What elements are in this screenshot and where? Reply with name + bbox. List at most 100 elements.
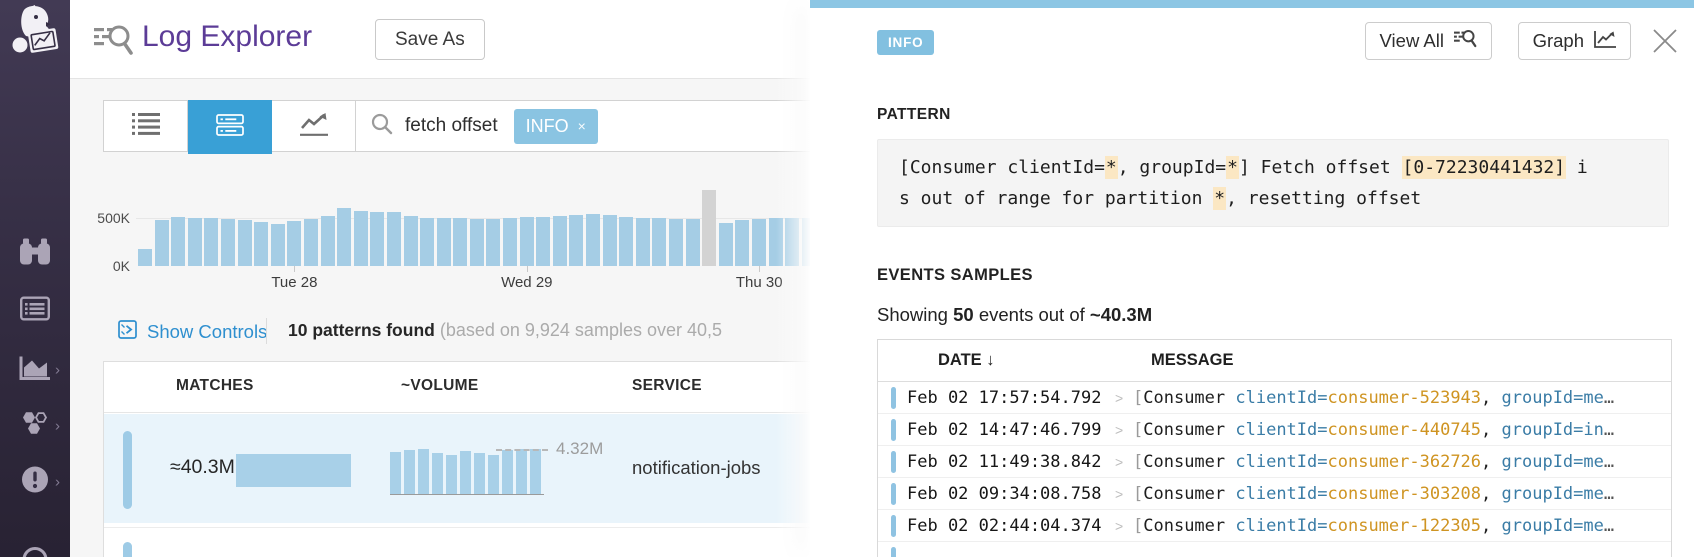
chart-bar[interactable] [719, 223, 733, 266]
showing-count: 50 [953, 304, 974, 325]
column-header-message: MESSAGE [1151, 351, 1234, 370]
chart-bar[interactable] [337, 208, 351, 266]
chart-bar[interactable] [553, 216, 567, 266]
monitors-submenu-chevron-icon[interactable]: › [55, 474, 60, 491]
log-explorer-screen: › › › [0, 0, 1694, 557]
message-key-clientid: clientId= [1235, 452, 1327, 472]
monitors-alert-icon[interactable] [21, 466, 49, 499]
chart-bar[interactable] [586, 214, 600, 266]
expand-row-chevron-icon[interactable]: > [1115, 422, 1123, 438]
status-filter-chip[interactable]: INFO × [514, 109, 598, 144]
chart-bar[interactable] [619, 217, 633, 266]
chart-bar[interactable] [321, 216, 335, 266]
x-axis-tick [759, 266, 760, 272]
sparkline-bar [516, 449, 527, 494]
chart-bar[interactable] [453, 218, 467, 266]
chart-bar[interactable] [686, 219, 700, 266]
chart-bar[interactable] [636, 218, 650, 266]
divider [266, 318, 267, 344]
datadog-logo-icon[interactable] [8, 4, 62, 67]
message-key-clientid: clientId= [1235, 516, 1327, 536]
sparkline-max-dash [496, 449, 548, 451]
column-header-volume: ~VOLUME [401, 377, 478, 395]
chart-bar[interactable] [735, 220, 749, 266]
chart-bar[interactable] [669, 219, 683, 266]
chart-bar[interactable] [221, 219, 235, 266]
chart-bar[interactable] [752, 219, 766, 266]
chart-bar[interactable] [155, 220, 169, 266]
chart-bar[interactable] [702, 190, 716, 266]
metrics-area-chart-icon[interactable] [19, 355, 51, 386]
chart-bar[interactable] [188, 218, 202, 266]
event-date: Feb 02 09:34:08.758 [907, 484, 1101, 504]
close-panel-icon[interactable] [1648, 24, 1682, 58]
remove-filter-icon[interactable]: × [578, 118, 586, 134]
view-all-label: View All [1380, 30, 1444, 52]
message-bracket: [ [1133, 516, 1143, 536]
chart-bar[interactable] [370, 212, 384, 266]
metrics-submenu-chevron-icon[interactable]: › [55, 362, 60, 379]
event-sample-row[interactable]: Feb 02 17:57:54.792>[Consumer clientId=c… [878, 382, 1671, 414]
column-header-date[interactable]: DATE ↓ [938, 351, 995, 370]
chart-bar[interactable] [404, 216, 418, 266]
chart-bar[interactable] [304, 219, 318, 266]
timeseries-view-icon [300, 112, 328, 141]
chart-bar[interactable] [486, 219, 500, 266]
chart-bar[interactable] [536, 217, 550, 266]
chart-bar[interactable] [254, 222, 268, 266]
chart-bar[interactable] [204, 218, 218, 266]
chart-bar[interactable] [569, 215, 583, 266]
save-as-button[interactable]: Save As [375, 19, 485, 60]
chart-bar[interactable] [437, 218, 451, 266]
watchdog-binoculars-icon[interactable] [19, 238, 51, 271]
search-input[interactable]: fetch offset [405, 115, 498, 137]
list-view-toggle[interactable] [104, 101, 188, 151]
timeseries-view-toggle[interactable] [272, 101, 356, 151]
chart-bar[interactable] [387, 212, 401, 266]
event-sample-row[interactable]: Feb 02 11:49:38.842>[Consumer clientId=c… [878, 446, 1671, 478]
showing-prefix: Showing [877, 304, 953, 325]
y-axis-label-500k: 500K [78, 210, 130, 226]
pattern-text: i [1566, 157, 1588, 178]
patterns-view-toggle[interactable] [188, 100, 272, 154]
show-controls-link[interactable]: Show Controls [118, 320, 267, 344]
show-controls-label: Show Controls [147, 321, 267, 343]
message-ellipsis: … [1604, 484, 1614, 504]
status-badge: INFO [877, 30, 934, 55]
chart-bar[interactable] [652, 218, 666, 266]
infrastructure-hexagons-icon[interactable] [21, 411, 49, 442]
pattern-section-title: PATTERN [877, 106, 951, 124]
chart-bar[interactable] [287, 221, 301, 266]
event-sample-row[interactable]: Feb 02 14:47:46.799>[Consumer clientId=c… [878, 414, 1671, 446]
graph-button[interactable]: Graph [1518, 22, 1631, 60]
chart-bar[interactable] [520, 217, 534, 266]
sparkline-bar [432, 453, 443, 494]
chart-bar[interactable] [171, 217, 185, 266]
event-sample-row[interactable]: Feb 02 02:44:04.374>[Consumer clientId=c… [878, 510, 1671, 542]
message-value-group: me [1583, 452, 1603, 472]
chart-bar[interactable] [503, 218, 517, 266]
sparkline-bar [502, 450, 513, 494]
expand-row-chevron-icon[interactable]: > [1115, 518, 1123, 534]
expand-row-chevron-icon[interactable]: > [1115, 390, 1123, 406]
events-list-icon[interactable] [20, 297, 50, 326]
infrastructure-submenu-chevron-icon[interactable]: › [55, 418, 60, 435]
patterns-view-icon [216, 114, 244, 141]
expand-row-chevron-icon[interactable]: > [1115, 486, 1123, 502]
sparkline-bar [446, 455, 457, 494]
chart-bar[interactable] [470, 219, 484, 266]
event-sample-row-partial[interactable] [878, 542, 1671, 557]
message-value-client: consumer-303208 [1328, 484, 1482, 504]
notebook-partial-icon[interactable] [22, 547, 48, 557]
expand-row-chevron-icon[interactable]: > [1115, 454, 1123, 470]
chart-bar[interactable] [238, 220, 252, 266]
chart-bar[interactable] [603, 215, 617, 266]
event-date: Feb 02 11:49:38.842 [907, 452, 1101, 472]
chart-bar[interactable] [271, 224, 285, 266]
message-ellipsis: … [1604, 452, 1614, 472]
chart-bar[interactable] [354, 211, 368, 266]
view-all-button[interactable]: View All [1365, 22, 1492, 60]
chart-bar[interactable] [138, 249, 152, 266]
event-sample-row[interactable]: Feb 02 09:34:08.758>[Consumer clientId=c… [878, 478, 1671, 510]
chart-bar[interactable] [420, 218, 434, 266]
